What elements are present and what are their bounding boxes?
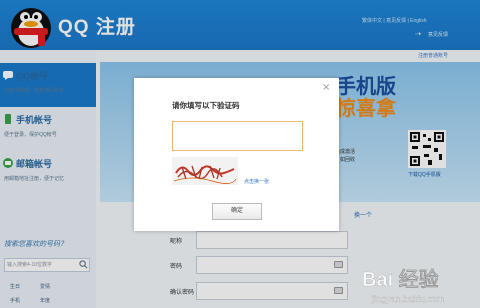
captcha-image[interactable] [172,157,238,185]
dialog-title: 请你填写以下验证码 [172,101,240,110]
captcha-input[interactable] [172,121,303,151]
refresh-captcha-link[interactable]: 点击换一张 [244,178,269,185]
confirm-button[interactable]: 确定 [212,203,262,220]
baidu-jingyan-watermark: Bai 经验 jingyan.baidu.com [362,267,445,304]
watermark-url: jingyan.baidu.com [371,294,445,304]
close-icon[interactable]: × [322,82,330,93]
watermark-brand: Bai 经验 [362,267,439,291]
captcha-dialog: × 请你填写以下验证码 点击换一张 确定 [134,78,339,231]
